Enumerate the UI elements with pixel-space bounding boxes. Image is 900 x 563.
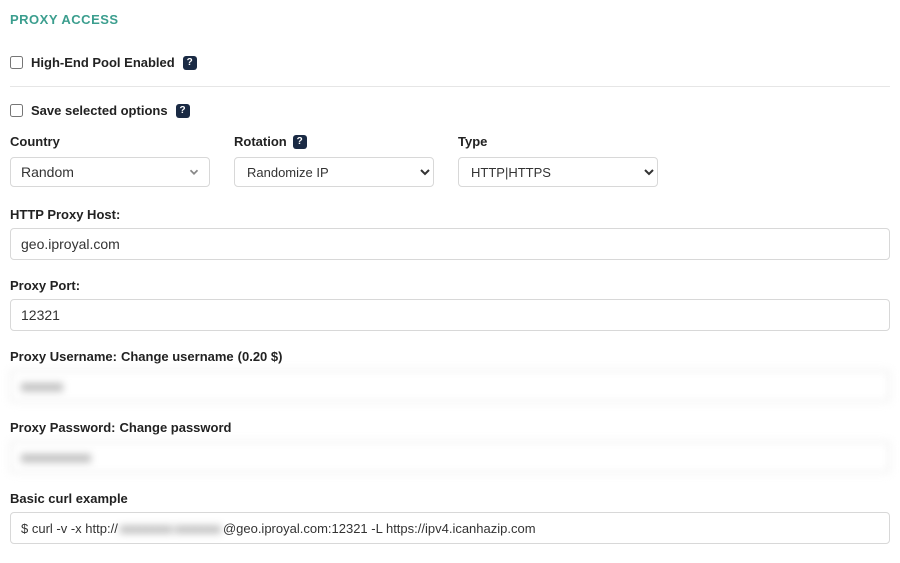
proxy-username-field: Proxy Username: Change username (0.20 $) [10,349,890,402]
highend-checkbox[interactable] [10,56,23,69]
proxy-password-label-row: Proxy Password: Change password [10,420,890,435]
type-select[interactable]: HTTP|HTTPS [458,157,658,187]
proxy-username-label-prefix: Proxy Username: [10,349,117,364]
proxy-port-label: Proxy Port: [10,278,890,293]
help-icon[interactable]: ? [293,135,307,149]
divider [10,86,890,87]
curl-credentials: xxxxxxxx:xxxxxxx [118,521,223,536]
country-group: Country Random [10,134,210,187]
chevron-down-icon [187,165,201,179]
type-group: Type HTTP|HTTPS [458,134,658,187]
save-options-row: Save selected options ? [10,103,890,118]
curl-field: Basic curl example $ curl -v -x http:// … [10,491,890,544]
proxy-password-input[interactable] [10,441,890,473]
proxy-username-label-row: Proxy Username: Change username (0.20 $) [10,349,890,364]
highend-label: High-End Pool Enabled [31,55,175,70]
rotation-label: Rotation ? [234,134,434,149]
change-username-link[interactable]: Change username [121,349,234,364]
curl-label: Basic curl example [10,491,890,506]
help-icon[interactable]: ? [176,104,190,118]
curl-suffix: @geo.iproyal.com:12321 -L https://ipv4.i… [223,521,536,536]
curl-prefix: $ curl -v -x http:// [21,521,118,536]
proxy-host-label: HTTP Proxy Host: [10,207,890,222]
help-icon[interactable]: ? [183,56,197,70]
rotation-label-text: Rotation [234,134,287,149]
proxy-password-label-prefix: Proxy Password: [10,420,116,435]
country-selected-value: Random [21,164,74,180]
save-options-checkbox[interactable] [10,104,23,117]
proxy-port-field: Proxy Port: [10,278,890,331]
save-options-label: Save selected options [31,103,168,118]
highend-row: High-End Pool Enabled ? [10,55,890,70]
section-title: PROXY ACCESS [10,12,890,27]
country-label: Country [10,134,210,149]
proxy-username-input[interactable] [10,370,890,402]
proxy-host-input[interactable] [10,228,890,260]
proxy-password-field: Proxy Password: Change password [10,420,890,473]
proxy-port-input[interactable] [10,299,890,331]
rotation-select[interactable]: Randomize IP [234,157,434,187]
selects-row: Country Random Rotation ? Randomize IP T… [10,134,890,187]
proxy-username-price: (0.20 $) [238,349,283,364]
curl-example[interactable]: $ curl -v -x http:// xxxxxxxx:xxxxxxx @g… [10,512,890,544]
change-password-link[interactable]: Change password [120,420,232,435]
country-select[interactable]: Random [10,157,210,187]
rotation-group: Rotation ? Randomize IP [234,134,434,187]
proxy-host-field: HTTP Proxy Host: [10,207,890,260]
type-label: Type [458,134,658,149]
